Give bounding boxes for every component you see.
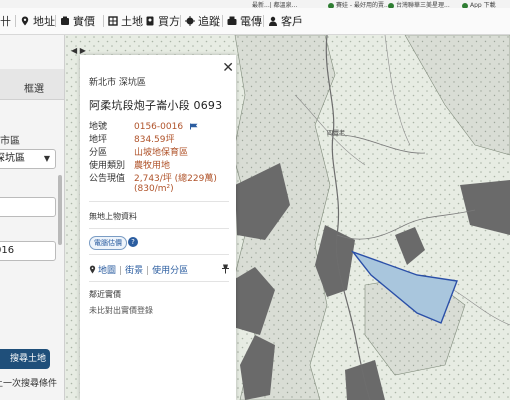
buyer-icon: [146, 16, 154, 26]
section-field[interactable]: [0, 197, 56, 217]
screen: 最新...| 都溫泉... 賽娃 - 最好用的賣... 台灣聯華三美星理... …: [0, 0, 510, 400]
nav-divider: [222, 15, 223, 27]
nav-item-fax[interactable]: 電傳: [227, 12, 262, 30]
nav-divider: [55, 15, 56, 27]
field-key: 使用類別: [89, 161, 126, 171]
street-view-link[interactable]: 街景: [125, 266, 143, 276]
field-value: (830/m²): [134, 184, 174, 194]
collapse-panel-icon[interactable]: ◀ ▶: [71, 46, 86, 55]
top-nav: 卄 地址 實價 土地 買方 追蹤 電傳 客戶: [0, 8, 510, 35]
customer-icon: [269, 16, 277, 26]
nav-item-label: 地址: [33, 15, 55, 28]
nav-item-label: 追蹤: [198, 15, 220, 28]
nav-divider: [263, 15, 264, 27]
field-land-number: 地號 0156-0016: [89, 119, 198, 132]
land-icon: [108, 16, 118, 26]
nav-item-tracking[interactable]: 追蹤: [185, 12, 220, 30]
field-key: 分區: [89, 148, 108, 158]
nav-item-menu[interactable]: 卄: [0, 12, 11, 30]
pin-icon[interactable]: [221, 264, 230, 274]
panel-scrollbar[interactable]: [58, 175, 62, 245]
fax-icon: [227, 16, 237, 25]
divider: [89, 228, 229, 229]
field-value: 山坡地保育區: [134, 148, 189, 158]
field-area: 地坪 834.59坪: [89, 132, 175, 145]
parcel-info-card: ✕ 新北市 深坑區 阿柔坑段炮子崙小段 0693 地號 0156-0016 地坪 8…: [80, 55, 236, 400]
field-key: 地號: [89, 122, 108, 132]
land-number-field[interactable]: 016: [0, 241, 56, 261]
no-building-text: 無地上物資料: [89, 212, 137, 221]
nav-divider: [180, 15, 181, 27]
nav-item-label: 客戶: [281, 15, 303, 28]
chevron-down-icon: ▼: [43, 154, 50, 163]
field-key: 地坪: [89, 135, 108, 145]
nav-item-label: 電傳: [240, 15, 262, 28]
map-place-label: 四豐老: [327, 130, 346, 137]
location-pin-icon: [21, 16, 29, 26]
district-select[interactable]: 深坑區 ▼: [0, 149, 56, 169]
field-value: 2,743/坪 (總229萬): [134, 174, 217, 184]
parcel-location: 新北市 深坑區: [89, 78, 146, 88]
field-value: 834.59坪: [134, 135, 175, 145]
location-pin-icon: [89, 265, 96, 274]
nav-item-customer[interactable]: 客戶: [268, 12, 303, 30]
field-zone: 分區 山坡地保育區: [89, 145, 188, 158]
last-search-link[interactable]: 上一次搜尋條件: [0, 376, 57, 389]
zoning-link[interactable]: 使用分區: [152, 266, 188, 276]
nav-item-label: 買方: [158, 15, 180, 28]
recent-sales-title: 鄰近實價: [89, 290, 121, 299]
price-tag-icon: [61, 16, 69, 25]
appraisal-button[interactable]: 電腦估價: [89, 236, 127, 250]
close-icon[interactable]: ✕: [222, 61, 234, 75]
nav-item-land[interactable]: 土地: [108, 12, 143, 30]
district-select-value: 深坑區: [0, 153, 25, 164]
nav-item-price[interactable]: 實價: [60, 12, 95, 30]
divider: [89, 201, 229, 202]
divider: [89, 254, 229, 255]
field-value: 農牧用地: [134, 161, 171, 171]
map-link[interactable]: 地圖: [98, 266, 116, 276]
nav-divider: [140, 15, 141, 27]
tracking-icon: [185, 16, 195, 26]
no-sales-text: 未比對出實價登錄: [89, 306, 153, 315]
nav-item-buyer[interactable]: 買方: [145, 12, 180, 30]
field-key: 公告現值: [89, 174, 126, 184]
nav-item-address[interactable]: 地址: [20, 12, 55, 30]
tab-box-select[interactable]: 框選: [24, 80, 44, 95]
parcel-links: 地圖 | 街景 | 使用分區: [89, 263, 188, 276]
search-land-button[interactable]: 搜尋土地: [0, 349, 50, 369]
search-panel: 框選 市區 深坑區 ▼ 016 搜尋土地 上一次搜尋條件: [0, 35, 65, 400]
divider: [89, 281, 229, 282]
nav-divider: [103, 15, 104, 27]
help-icon[interactable]: ?: [128, 237, 138, 247]
field-value-per-sqm: (830/m²): [89, 184, 174, 194]
field-usage-type: 使用類別 農牧用地: [89, 158, 170, 171]
nav-divider: [15, 15, 16, 27]
nav-item-label: 卄: [0, 15, 11, 28]
flag-icon[interactable]: [189, 123, 198, 130]
city-label: 市區: [0, 136, 20, 147]
field-announced-value: 公告現值 2,743/坪 (總229萬): [89, 171, 217, 184]
parcel-title: 阿柔坑段炮子崙小段 0693: [89, 99, 223, 112]
field-value: 0156-0016: [134, 122, 184, 132]
nav-item-label: 實價: [73, 15, 95, 28]
